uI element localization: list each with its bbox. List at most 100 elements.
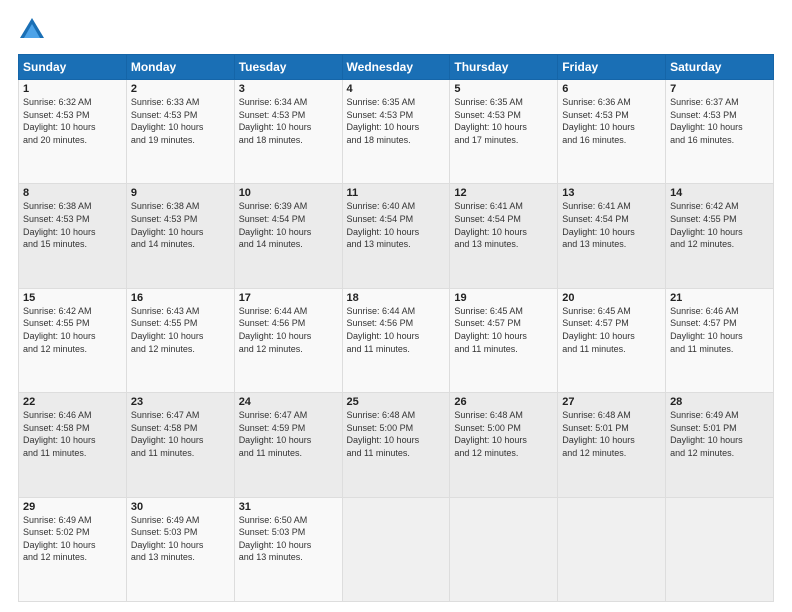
day-number: 14	[670, 187, 769, 199]
calendar-empty-cell	[342, 497, 450, 601]
calendar-day-cell: 10Sunrise: 6:39 AM Sunset: 4:54 PM Dayli…	[234, 184, 342, 288]
calendar-week-row: 1Sunrise: 6:32 AM Sunset: 4:53 PM Daylig…	[19, 80, 774, 184]
day-info: Sunrise: 6:40 AM Sunset: 4:54 PM Dayligh…	[347, 200, 446, 250]
calendar-day-cell: 26Sunrise: 6:48 AM Sunset: 5:00 PM Dayli…	[450, 393, 558, 497]
day-info: Sunrise: 6:43 AM Sunset: 4:55 PM Dayligh…	[131, 305, 230, 355]
calendar-day-cell: 16Sunrise: 6:43 AM Sunset: 4:55 PM Dayli…	[126, 288, 234, 392]
calendar-header-row: SundayMondayTuesdayWednesdayThursdayFrid…	[19, 55, 774, 80]
day-number: 7	[670, 83, 769, 95]
calendar-day-cell: 22Sunrise: 6:46 AM Sunset: 4:58 PM Dayli…	[19, 393, 127, 497]
calendar-day-cell: 19Sunrise: 6:45 AM Sunset: 4:57 PM Dayli…	[450, 288, 558, 392]
day-number: 15	[23, 292, 122, 304]
day-number: 8	[23, 187, 122, 199]
calendar-day-cell: 24Sunrise: 6:47 AM Sunset: 4:59 PM Dayli…	[234, 393, 342, 497]
day-number: 23	[131, 396, 230, 408]
day-number: 2	[131, 83, 230, 95]
day-number: 12	[454, 187, 553, 199]
day-info: Sunrise: 6:49 AM Sunset: 5:01 PM Dayligh…	[670, 409, 769, 459]
day-number: 19	[454, 292, 553, 304]
calendar-day-cell: 23Sunrise: 6:47 AM Sunset: 4:58 PM Dayli…	[126, 393, 234, 497]
calendar-day-cell: 6Sunrise: 6:36 AM Sunset: 4:53 PM Daylig…	[558, 80, 666, 184]
logo	[18, 16, 50, 44]
day-info: Sunrise: 6:44 AM Sunset: 4:56 PM Dayligh…	[239, 305, 338, 355]
day-of-week-header: Wednesday	[342, 55, 450, 80]
day-number: 30	[131, 501, 230, 513]
calendar-day-cell: 18Sunrise: 6:44 AM Sunset: 4:56 PM Dayli…	[342, 288, 450, 392]
day-info: Sunrise: 6:46 AM Sunset: 4:57 PM Dayligh…	[670, 305, 769, 355]
calendar-day-cell: 5Sunrise: 6:35 AM Sunset: 4:53 PM Daylig…	[450, 80, 558, 184]
day-info: Sunrise: 6:36 AM Sunset: 4:53 PM Dayligh…	[562, 96, 661, 146]
day-number: 25	[347, 396, 446, 408]
day-of-week-header: Sunday	[19, 55, 127, 80]
day-number: 26	[454, 396, 553, 408]
day-info: Sunrise: 6:44 AM Sunset: 4:56 PM Dayligh…	[347, 305, 446, 355]
calendar-day-cell: 17Sunrise: 6:44 AM Sunset: 4:56 PM Dayli…	[234, 288, 342, 392]
day-number: 18	[347, 292, 446, 304]
day-info: Sunrise: 6:47 AM Sunset: 4:59 PM Dayligh…	[239, 409, 338, 459]
day-number: 5	[454, 83, 553, 95]
day-info: Sunrise: 6:41 AM Sunset: 4:54 PM Dayligh…	[454, 200, 553, 250]
day-number: 11	[347, 187, 446, 199]
generalblue-logo-icon	[18, 16, 46, 44]
calendar-day-cell: 28Sunrise: 6:49 AM Sunset: 5:01 PM Dayli…	[666, 393, 774, 497]
calendar-week-row: 8Sunrise: 6:38 AM Sunset: 4:53 PM Daylig…	[19, 184, 774, 288]
day-number: 1	[23, 83, 122, 95]
calendar-empty-cell	[450, 497, 558, 601]
day-info: Sunrise: 6:35 AM Sunset: 4:53 PM Dayligh…	[347, 96, 446, 146]
calendar-day-cell: 11Sunrise: 6:40 AM Sunset: 4:54 PM Dayli…	[342, 184, 450, 288]
calendar-day-cell: 20Sunrise: 6:45 AM Sunset: 4:57 PM Dayli…	[558, 288, 666, 392]
day-number: 10	[239, 187, 338, 199]
calendar-day-cell: 2Sunrise: 6:33 AM Sunset: 4:53 PM Daylig…	[126, 80, 234, 184]
day-info: Sunrise: 6:39 AM Sunset: 4:54 PM Dayligh…	[239, 200, 338, 250]
day-info: Sunrise: 6:45 AM Sunset: 4:57 PM Dayligh…	[562, 305, 661, 355]
day-number: 17	[239, 292, 338, 304]
day-of-week-header: Tuesday	[234, 55, 342, 80]
calendar-day-cell: 15Sunrise: 6:42 AM Sunset: 4:55 PM Dayli…	[19, 288, 127, 392]
day-info: Sunrise: 6:42 AM Sunset: 4:55 PM Dayligh…	[670, 200, 769, 250]
day-of-week-header: Monday	[126, 55, 234, 80]
day-number: 4	[347, 83, 446, 95]
calendar-day-cell: 14Sunrise: 6:42 AM Sunset: 4:55 PM Dayli…	[666, 184, 774, 288]
calendar-empty-cell	[666, 497, 774, 601]
calendar-day-cell: 13Sunrise: 6:41 AM Sunset: 4:54 PM Dayli…	[558, 184, 666, 288]
day-number: 27	[562, 396, 661, 408]
calendar-table: SundayMondayTuesdayWednesdayThursdayFrid…	[18, 54, 774, 602]
day-info: Sunrise: 6:47 AM Sunset: 4:58 PM Dayligh…	[131, 409, 230, 459]
day-number: 31	[239, 501, 338, 513]
calendar-day-cell: 4Sunrise: 6:35 AM Sunset: 4:53 PM Daylig…	[342, 80, 450, 184]
day-info: Sunrise: 6:37 AM Sunset: 4:53 PM Dayligh…	[670, 96, 769, 146]
day-info: Sunrise: 6:38 AM Sunset: 4:53 PM Dayligh…	[131, 200, 230, 250]
day-info: Sunrise: 6:50 AM Sunset: 5:03 PM Dayligh…	[239, 514, 338, 564]
day-info: Sunrise: 6:35 AM Sunset: 4:53 PM Dayligh…	[454, 96, 553, 146]
calendar-day-cell: 1Sunrise: 6:32 AM Sunset: 4:53 PM Daylig…	[19, 80, 127, 184]
day-number: 21	[670, 292, 769, 304]
day-info: Sunrise: 6:38 AM Sunset: 4:53 PM Dayligh…	[23, 200, 122, 250]
calendar-day-cell: 27Sunrise: 6:48 AM Sunset: 5:01 PM Dayli…	[558, 393, 666, 497]
day-number: 16	[131, 292, 230, 304]
calendar-day-cell: 25Sunrise: 6:48 AM Sunset: 5:00 PM Dayli…	[342, 393, 450, 497]
day-info: Sunrise: 6:49 AM Sunset: 5:03 PM Dayligh…	[131, 514, 230, 564]
day-number: 3	[239, 83, 338, 95]
day-number: 20	[562, 292, 661, 304]
day-info: Sunrise: 6:41 AM Sunset: 4:54 PM Dayligh…	[562, 200, 661, 250]
day-number: 13	[562, 187, 661, 199]
day-info: Sunrise: 6:46 AM Sunset: 4:58 PM Dayligh…	[23, 409, 122, 459]
header	[18, 16, 774, 44]
day-info: Sunrise: 6:33 AM Sunset: 4:53 PM Dayligh…	[131, 96, 230, 146]
day-number: 6	[562, 83, 661, 95]
calendar-day-cell: 9Sunrise: 6:38 AM Sunset: 4:53 PM Daylig…	[126, 184, 234, 288]
calendar-empty-cell	[558, 497, 666, 601]
day-of-week-header: Thursday	[450, 55, 558, 80]
calendar-day-cell: 7Sunrise: 6:37 AM Sunset: 4:53 PM Daylig…	[666, 80, 774, 184]
calendar-day-cell: 31Sunrise: 6:50 AM Sunset: 5:03 PM Dayli…	[234, 497, 342, 601]
calendar-day-cell: 29Sunrise: 6:49 AM Sunset: 5:02 PM Dayli…	[19, 497, 127, 601]
day-of-week-header: Friday	[558, 55, 666, 80]
calendar-week-row: 15Sunrise: 6:42 AM Sunset: 4:55 PM Dayli…	[19, 288, 774, 392]
day-info: Sunrise: 6:48 AM Sunset: 5:01 PM Dayligh…	[562, 409, 661, 459]
calendar-day-cell: 30Sunrise: 6:49 AM Sunset: 5:03 PM Dayli…	[126, 497, 234, 601]
day-info: Sunrise: 6:42 AM Sunset: 4:55 PM Dayligh…	[23, 305, 122, 355]
day-info: Sunrise: 6:48 AM Sunset: 5:00 PM Dayligh…	[454, 409, 553, 459]
day-number: 9	[131, 187, 230, 199]
day-info: Sunrise: 6:45 AM Sunset: 4:57 PM Dayligh…	[454, 305, 553, 355]
page: SundayMondayTuesdayWednesdayThursdayFrid…	[0, 0, 792, 612]
